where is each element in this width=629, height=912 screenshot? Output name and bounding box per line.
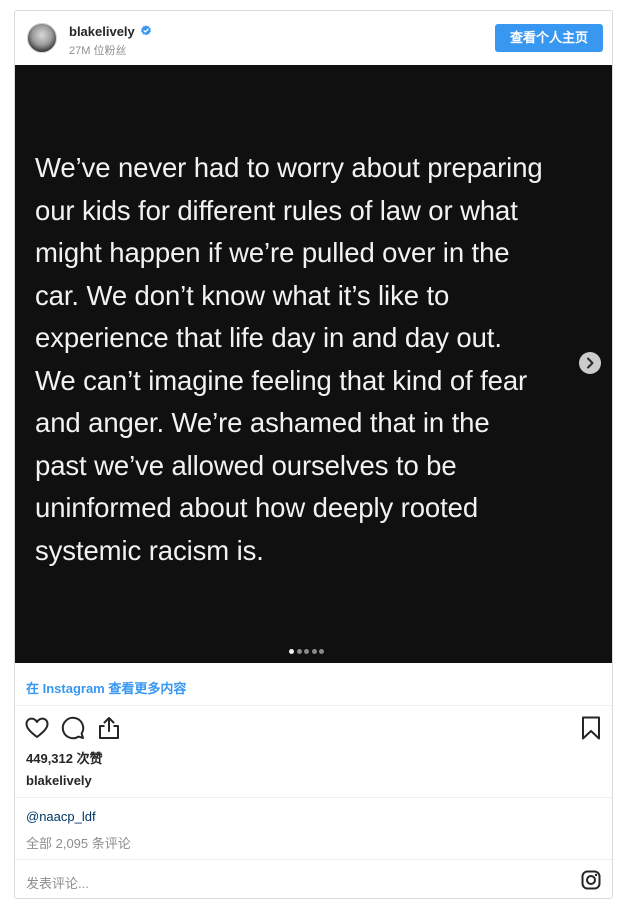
divider xyxy=(15,859,612,860)
share-icon xyxy=(99,717,119,739)
post-header: blakelively 27M 位粉丝 查看个人主页 xyxy=(15,11,612,65)
divider xyxy=(15,797,612,798)
divider xyxy=(15,705,612,706)
avatar[interactable] xyxy=(27,23,57,53)
quote-text: We’ve never had to worry about preparing… xyxy=(35,152,543,566)
comment-button[interactable] xyxy=(60,715,86,741)
caption-username[interactable]: blakelively xyxy=(26,773,92,788)
carousel-dot xyxy=(311,649,317,654)
view-all-comments-link[interactable]: 全部 2,095 条评论 xyxy=(26,833,131,852)
carousel-indicator xyxy=(289,641,327,654)
follower-count: 27M 位粉丝 xyxy=(69,45,127,57)
like-count[interactable]: 449,312 次赞 xyxy=(26,748,103,767)
comment-icon xyxy=(61,716,85,740)
mention-link[interactable]: @naacp_ldf xyxy=(26,809,96,824)
carousel-dot xyxy=(289,649,294,654)
verified-badge-icon xyxy=(141,25,151,36)
view-profile-button[interactable]: 查看个人主页 xyxy=(495,24,603,52)
save-button[interactable] xyxy=(579,715,605,741)
heart-icon xyxy=(25,717,49,738)
instagram-icon[interactable] xyxy=(581,870,601,890)
chevron-right-icon xyxy=(587,357,594,369)
comment-input[interactable]: 发表评论... xyxy=(26,873,89,892)
carousel-dot xyxy=(319,649,324,654)
instagram-embed-card: blakelively 27M 位粉丝 查看个人主页 We’ve never h… xyxy=(14,10,613,899)
view-more-link[interactable]: 在 Instagram 查看更多内容 xyxy=(26,678,186,697)
share-button[interactable] xyxy=(96,715,122,741)
header-username[interactable]: blakelively xyxy=(69,24,135,39)
post-media[interactable]: We’ve never had to worry about preparing… xyxy=(15,65,612,663)
carousel-dot xyxy=(296,649,302,654)
bookmark-icon xyxy=(582,716,600,740)
carousel-next-button[interactable] xyxy=(579,352,601,374)
carousel-dot xyxy=(304,649,309,654)
like-button[interactable] xyxy=(24,715,50,741)
